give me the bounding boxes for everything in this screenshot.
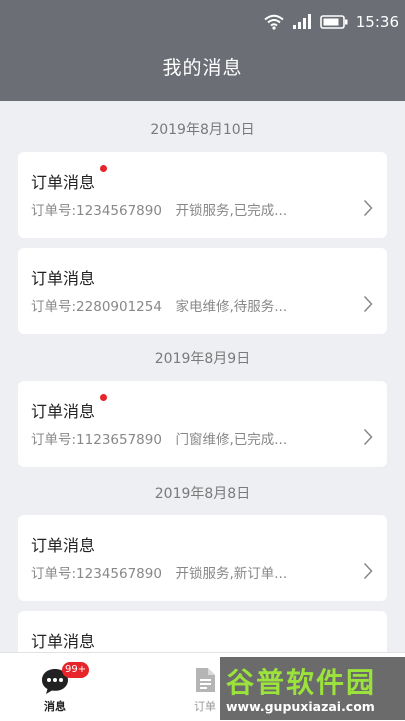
watermark-url: www.gupuxiazai.com — [226, 699, 375, 714]
date-header: 2019年8月9日 — [154, 351, 251, 367]
tab-messages[interactable]: 99+ 消息 — [0, 653, 110, 721]
message-card[interactable]: 订单消息 订单号:1123657890 门窗维修,已完成... — [18, 381, 387, 467]
message-summary: 订单号:2280901254 家电维修,待服务... — [31, 299, 288, 315]
chevron-right-icon — [363, 199, 373, 217]
document-icon — [196, 668, 215, 692]
chevron-right-icon — [363, 562, 373, 580]
unread-count-badge: 99+ — [62, 662, 90, 678]
message-title: 订单消息 — [31, 536, 96, 555]
app-header: 15:36 我的消息 — [0, 0, 405, 101]
message-card[interactable]: 订单消息 订单号:1234567890 开锁服务,已完成... — [18, 152, 387, 238]
message-summary: 订单号:1123657890 门窗维修,已完成... — [31, 432, 288, 448]
chevron-right-icon — [363, 428, 373, 446]
watermark-title: 谷普软件园 — [226, 666, 377, 699]
message-card[interactable]: 订单消息 订单号:1234567890 开锁服务,新订单... — [18, 515, 387, 601]
message-list[interactable]: 2019年8月10日 订单消息 订单号:1234567890 开锁服务,已完成.… — [0, 101, 405, 652]
message-summary: 订单号:1234567890 开锁服务,新订单... — [31, 566, 288, 582]
message-title: 订单消息 — [31, 632, 96, 651]
message-title: 订单消息 — [31, 173, 96, 192]
date-header: 2019年8月8日 — [154, 486, 251, 502]
wifi-icon — [264, 14, 284, 30]
watermark-overlay: 谷普软件园 www.gupuxiazai.com — [220, 657, 405, 720]
unread-dot — [100, 165, 107, 172]
signal-icon — [292, 14, 311, 29]
message-title: 订单消息 — [31, 402, 96, 421]
message-card[interactable]: 订单消息 订单号:2280901254 家电维修,待服务... — [18, 248, 387, 334]
page-title: 我的消息 — [162, 57, 243, 79]
status-time: 15:36 — [355, 13, 399, 31]
message-summary: 订单号:1234567890 开锁服务,已完成... — [31, 203, 288, 219]
chevron-right-icon — [363, 295, 373, 313]
date-header: 2019年8月10日 — [150, 122, 255, 138]
tab-label: 消息 — [44, 700, 66, 713]
unread-dot — [100, 394, 107, 401]
message-title: 订单消息 — [31, 269, 96, 288]
battery-icon — [319, 15, 348, 29]
status-bar: 15:36 — [264, 11, 399, 33]
message-card[interactable]: 订单消息 — [18, 611, 387, 652]
